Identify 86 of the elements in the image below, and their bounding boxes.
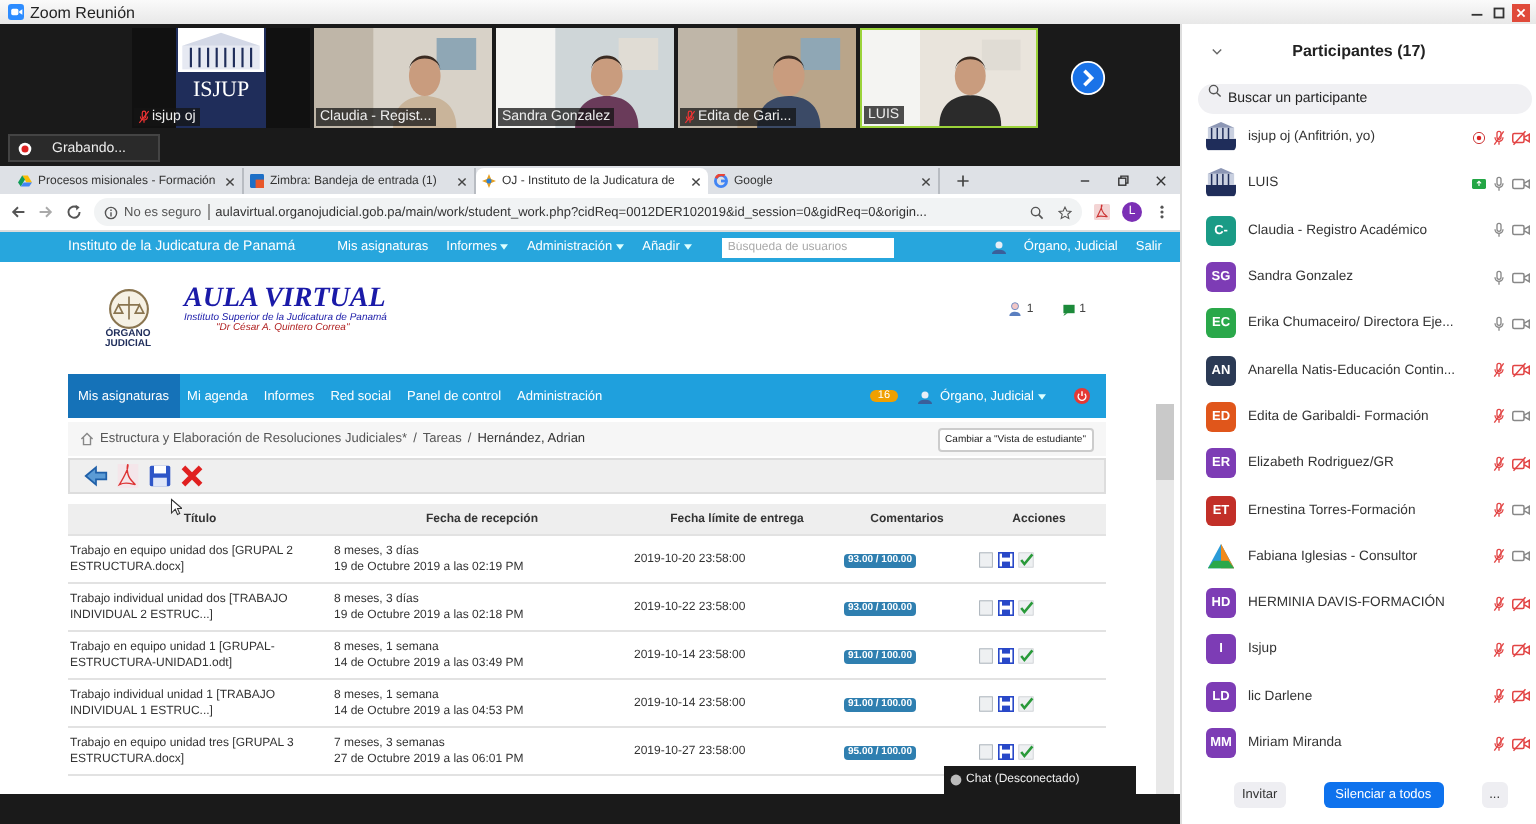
muted-mic-icon[interactable] xyxy=(1492,408,1506,425)
save-icon[interactable] xyxy=(998,551,1014,567)
star-icon[interactable] xyxy=(1058,205,1072,219)
camera-icon[interactable] xyxy=(1512,408,1530,425)
scrollbar[interactable] xyxy=(1156,404,1174,794)
muted-mic-icon[interactable] xyxy=(1492,641,1506,658)
caret-icon xyxy=(616,244,625,250)
search-icon[interactable] xyxy=(1030,205,1044,219)
emblem-icon xyxy=(482,174,496,188)
caret-icon xyxy=(683,244,692,250)
camera-icon[interactable] xyxy=(1512,269,1530,286)
camera-off-icon[interactable] xyxy=(1512,595,1530,612)
check-icon[interactable] xyxy=(1018,599,1034,615)
triangle-logo-icon xyxy=(1206,541,1236,572)
camera-off-icon[interactable] xyxy=(1512,455,1530,472)
caret-icon xyxy=(1038,393,1046,399)
user-icon[interactable] xyxy=(1008,302,1023,316)
camera-off-icon[interactable] xyxy=(1512,362,1530,379)
camera-off-icon[interactable] xyxy=(1512,641,1530,658)
power-icon[interactable] xyxy=(1074,388,1090,404)
google-icon xyxy=(714,174,728,188)
muted-mic-icon[interactable] xyxy=(1492,688,1506,705)
chat-icon[interactable] xyxy=(1061,302,1076,316)
delete-icon[interactable] xyxy=(180,464,204,488)
building-icon xyxy=(1206,122,1236,153)
status-dot-icon xyxy=(950,774,962,786)
camera-icon[interactable] xyxy=(1512,548,1530,565)
search-icon xyxy=(1208,84,1222,98)
back-arrow-icon[interactable] xyxy=(84,464,108,488)
back-icon[interactable] xyxy=(10,204,26,220)
pdf-icon[interactable] xyxy=(116,464,140,488)
close-icon[interactable] xyxy=(224,175,236,187)
mic-icon[interactable] xyxy=(1492,269,1506,286)
camera-off-icon[interactable] xyxy=(1512,688,1530,705)
save-icon[interactable] xyxy=(148,464,172,488)
restore-icon[interactable] xyxy=(1490,3,1508,21)
muted-mic-icon[interactable] xyxy=(1492,362,1506,379)
close-icon[interactable] xyxy=(456,175,468,187)
camera-icon[interactable] xyxy=(1512,175,1530,192)
muted-mic-icon[interactable] xyxy=(1492,548,1506,565)
save-icon[interactable] xyxy=(998,647,1014,663)
site-title: AULA VIRTUAL xyxy=(184,286,386,314)
check-icon[interactable] xyxy=(1018,695,1034,711)
home-icon[interactable] xyxy=(80,432,94,446)
save-icon[interactable] xyxy=(998,695,1014,711)
close-icon[interactable] xyxy=(690,175,702,187)
muted-mic-icon[interactable] xyxy=(1492,455,1506,472)
forward-icon[interactable] xyxy=(38,204,54,220)
save-icon[interactable] xyxy=(998,743,1014,759)
drive-icon xyxy=(18,174,32,188)
mic-icon[interactable] xyxy=(1492,315,1506,332)
reload-icon[interactable] xyxy=(66,204,82,220)
camera-icon[interactable] xyxy=(1512,502,1530,519)
check-icon[interactable] xyxy=(1018,647,1034,663)
cursor-icon xyxy=(170,498,182,516)
camera-icon[interactable] xyxy=(1512,315,1530,332)
mic-icon[interactable] xyxy=(1492,222,1506,239)
zoom-logo-icon xyxy=(8,4,24,20)
camera-icon[interactable] xyxy=(1512,222,1530,239)
info-icon xyxy=(104,205,118,219)
new-tab-icon[interactable] xyxy=(956,174,970,188)
close-icon[interactable] xyxy=(920,175,932,187)
check-icon[interactable] xyxy=(1018,551,1034,567)
mail-icon xyxy=(250,174,264,188)
building-icon xyxy=(178,28,264,72)
restore-icon[interactable] xyxy=(1116,174,1130,188)
record-icon xyxy=(18,141,32,155)
user-icon xyxy=(991,240,1006,254)
muted-mic-icon[interactable] xyxy=(1492,735,1506,751)
camera-off-icon[interactable] xyxy=(1512,735,1530,751)
close-icon[interactable] xyxy=(1154,174,1168,188)
mic-icon[interactable] xyxy=(1492,175,1506,192)
muted-mic-icon[interactable] xyxy=(1492,502,1506,519)
collapse-icon[interactable] xyxy=(1210,43,1224,57)
caret-icon xyxy=(500,244,509,250)
building-icon xyxy=(1206,168,1236,199)
muted-mic-icon[interactable] xyxy=(1492,129,1506,146)
muted-mic-icon[interactable] xyxy=(1492,595,1506,612)
panel-title: Participantes (17) xyxy=(1292,41,1426,59)
window-title: Zoom Reunión xyxy=(30,3,135,21)
save-icon[interactable] xyxy=(998,599,1014,615)
camera-off-icon[interactable] xyxy=(1512,129,1530,146)
pdf-extension-icon[interactable] xyxy=(1094,204,1110,220)
check-icon[interactable] xyxy=(1018,743,1034,759)
emblem-icon xyxy=(107,287,149,329)
user-icon xyxy=(918,389,933,403)
